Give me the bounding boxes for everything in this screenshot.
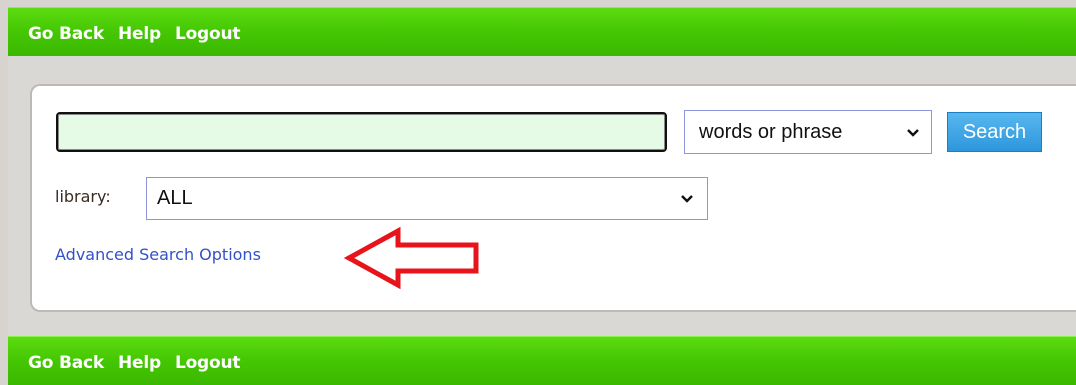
go-back-link[interactable]: Go Back xyxy=(28,24,104,44)
bottom-navbar: Go Back Help Logout xyxy=(8,336,1076,385)
top-navbar: Go Back Help Logout xyxy=(8,7,1076,56)
chevron-down-icon xyxy=(907,129,919,137)
bottom-nav-links: Go Back Help Logout xyxy=(28,353,254,373)
logout-link[interactable]: Logout xyxy=(175,353,241,373)
go-back-link[interactable]: Go Back xyxy=(28,353,104,373)
help-link[interactable]: Help xyxy=(118,24,161,44)
library-select[interactable]: ALL xyxy=(146,177,708,220)
search-input[interactable] xyxy=(56,112,667,152)
page-edge xyxy=(0,0,8,385)
logout-link[interactable]: Logout xyxy=(175,24,241,44)
help-link[interactable]: Help xyxy=(118,353,161,373)
advanced-search-link[interactable]: Advanced Search Options xyxy=(55,245,261,264)
search-type-select[interactable]: words or phrase xyxy=(684,110,932,154)
chevron-down-icon xyxy=(681,195,693,203)
library-value: ALL xyxy=(157,187,193,209)
search-button[interactable]: Search xyxy=(947,112,1042,152)
red-arrow-annotation-icon xyxy=(343,226,479,290)
library-label: library: xyxy=(55,187,111,206)
top-nav-links: Go Back Help Logout xyxy=(28,24,254,44)
search-type-value: words or phrase xyxy=(699,121,843,143)
